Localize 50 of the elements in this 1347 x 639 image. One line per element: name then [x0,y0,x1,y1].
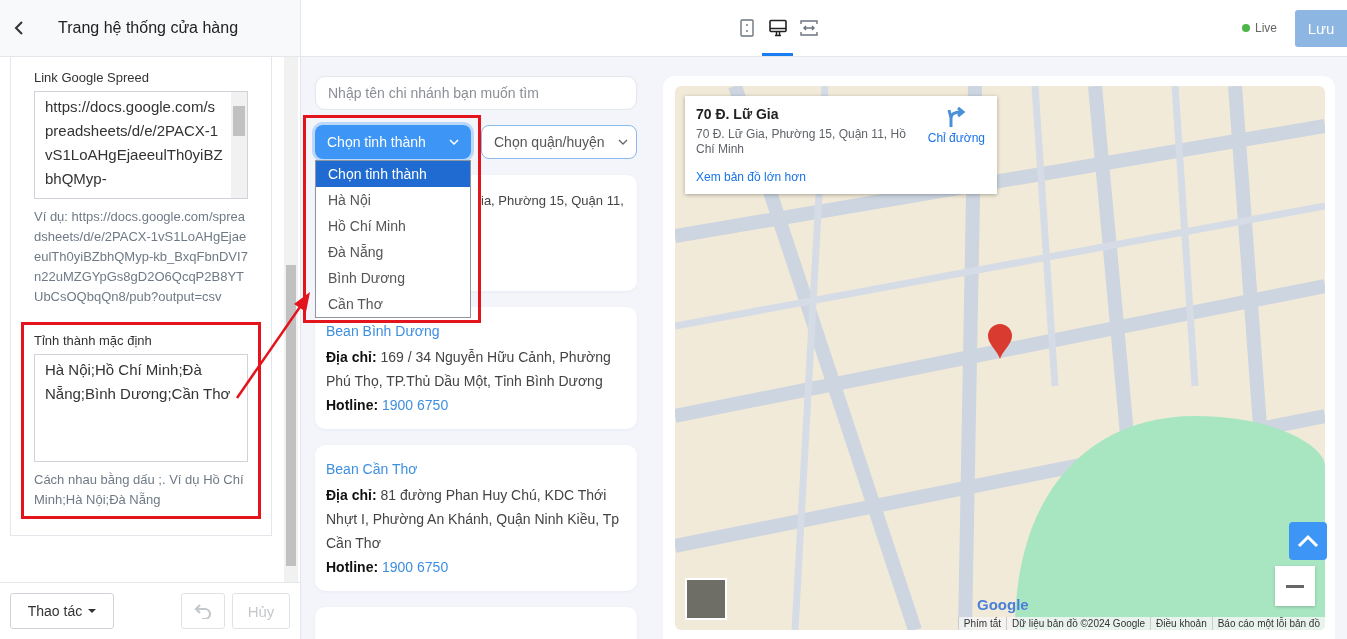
phone-icon [739,19,754,37]
dropdown-option[interactable]: Chọn tỉnh thành [316,161,470,187]
attribution-link[interactable]: Dữ liệu bản đồ ©2024 Google [1006,617,1151,630]
satellite-thumbnail[interactable] [685,578,727,620]
dropdown-option[interactable]: Bình Dương [316,265,470,291]
district-select[interactable]: Chọn quận/huyện [481,125,637,159]
scrollbar[interactable] [231,92,247,198]
attribution-link[interactable]: Báo cáo một lỗi bản đồ [1211,617,1325,630]
dropdown-option[interactable]: Hồ Chí Minh [316,213,470,239]
chevron-up-icon [1297,534,1319,548]
directions-icon [945,106,968,128]
chevron-down-icon [449,139,459,145]
map-logo: Google [977,596,1029,613]
search-field[interactable]: Nhập tên chi nhánh bạn muốn tìm [315,76,637,110]
dropdown-option[interactable]: Cần Thơ [316,291,470,317]
text-area[interactable]: Hà Nội;Hồ Chí Minh;Đà Nẵng;Bình Dương;Cần Thơ [34,354,248,462]
map-pin-icon [987,324,1013,360]
panel-title: Trang hệ thống cửa hàng [58,19,239,37]
chevron-down-icon [618,139,628,145]
store-name[interactable]: Bean Cần Thơ [326,457,626,481]
help-text: Ví dụ: https://docs.google.com/spreadsheets/d/e/2PACX-1vS1LoAHgEjaeeulTh0yiBZbhQMyp-kb_BxqFbnDVI7n22uMZGYpGs8gD2O6QcqP2B8YTUbCsOQbqQn8/pub?output=csv [34,208,248,306]
text-area[interactable]: https://docs.google.com/spreadsheets/d/e/2PACX-1vS1LoAHgEjaeeulTh0yiBZbhQMyp- [34,91,248,199]
store-hotline: Hotline: 1900 6750 [326,396,450,415]
store-address: ia, Phường 15, Quận 11, [481,193,624,208]
dropdown-option[interactable]: Đà Nẵng [316,239,470,265]
store-address: Địa chỉ: 81 đường Phan Huy Chú, KDC Thới Nhựt I, Phường An Khánh, Quận Ninh Kiều, Tp Cần Thơ [326,486,621,553]
caret-icon [88,609,97,613]
store-address: Địa chỉ: 169 / 34 Nguyễn Hữu Cảnh, Phường Phú Thọ, TP.Thủ Dầu Một, Tỉnh Bình Dương [326,348,612,391]
place-title: 70 Đ. Lữ Gia [696,106,780,122]
attribution-link[interactable]: Điều khoản [1150,617,1212,630]
zoom-out-button[interactable] [1275,566,1315,606]
dropdown-option[interactable]: Hà Nội [316,187,470,213]
monitor-icon [768,19,787,37]
status-dot [1242,24,1250,32]
attribution-link[interactable]: Phím tắt [957,617,1007,630]
actions-button[interactable]: Thao tác [10,593,114,629]
directions-button[interactable]: Chỉ đường [919,106,985,145]
field-label: Tỉnh thành mặc định [34,333,153,348]
scrollbar[interactable] [284,57,298,582]
store-name[interactable]: Bean Bình Dương [326,319,626,343]
place-address: 70 Đ. Lữ Gia, Phường 15, Quận 11, Hồ Chí Minh [696,127,907,157]
scroll-top-button[interactable] [1289,522,1327,560]
expand-width-icon [799,20,818,36]
undo-icon [194,603,212,619]
status-label: Live [1255,21,1277,35]
help-text: Cách nhau bằng dấu ;. Ví dụ Hồ Chí Minh;Hà Nội;Đà Nẵng [34,471,245,509]
store-hotline: Hotline: 1900 6750 [326,558,450,577]
larger-map-link[interactable]: Xem bản đồ lớn hơn [696,170,920,184]
field-label: Link Google Spreed [34,70,150,85]
back-icon[interactable] [14,20,24,36]
